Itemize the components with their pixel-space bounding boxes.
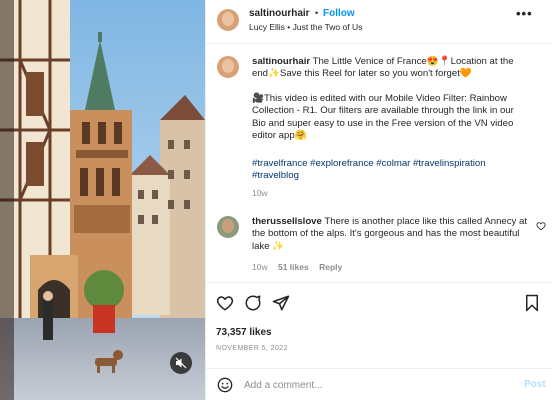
reel-video[interactable] [0, 0, 205, 400]
comment-input[interactable] [244, 378, 494, 392]
comment-bubble-icon[interactable] [244, 294, 262, 312]
comment-like-heart-icon[interactable] [536, 221, 546, 231]
caption: saltinourhair The Little Venice of Franc… [252, 56, 528, 142]
more-options-button[interactable]: ••• [516, 6, 533, 21]
comment-avatar[interactable] [217, 216, 239, 238]
caption-username[interactable]: saltinourhair [252, 56, 310, 67]
add-comment-bar: Post [206, 368, 552, 400]
caption-text-2: 🎥This video is edited with our Mobile Vi… [252, 92, 514, 142]
more-horizontal-icon: ••• [516, 6, 533, 21]
like-heart-icon[interactable] [216, 294, 234, 312]
post-details-panel: saltinourhair • Follow Lucy Ellis • Just… [205, 0, 552, 400]
muted-speaker-icon [175, 357, 187, 369]
comment-meta: 10w 51 likes Reply [252, 262, 342, 272]
mute-button[interactable] [170, 352, 192, 374]
follow-button[interactable]: Follow [323, 8, 355, 19]
separator-dot: • [315, 8, 319, 18]
likes-count[interactable]: 73,357 likes [216, 327, 272, 338]
audio-track-link[interactable]: Lucy Ellis • Just the Two of Us [249, 22, 362, 32]
caption-timestamp: 10w [252, 188, 268, 198]
bookmark-save-icon[interactable] [524, 294, 540, 312]
comment-timestamp: 10w [252, 262, 268, 272]
post-header: saltinourhair • Follow Lucy Ellis • Just… [206, 0, 552, 44]
post-date: NOVEMBER 5, 2022 [216, 345, 288, 352]
author-username[interactable]: saltinourhair [249, 8, 310, 19]
share-send-icon[interactable] [272, 294, 290, 312]
avatar[interactable] [217, 9, 239, 31]
emoji-icon[interactable] [217, 377, 233, 393]
post-actions: 73,357 likes NOVEMBER 5, 2022 [206, 282, 552, 368]
reply-button[interactable]: Reply [319, 262, 342, 272]
caption-avatar[interactable] [217, 56, 239, 78]
comment: therussellslove There is another place l… [252, 216, 528, 253]
comment-likes[interactable]: 51 likes [278, 262, 309, 272]
post-comment-button[interactable]: Post [524, 379, 546, 390]
comment-username[interactable]: therussellslove [252, 216, 322, 227]
caption-hashtags[interactable]: #travelfrance #explorefrance #colmar #tr… [252, 158, 528, 183]
video-frame-image [0, 0, 205, 400]
comments-list[interactable]: saltinourhair The Little Venice of Franc… [206, 45, 552, 282]
